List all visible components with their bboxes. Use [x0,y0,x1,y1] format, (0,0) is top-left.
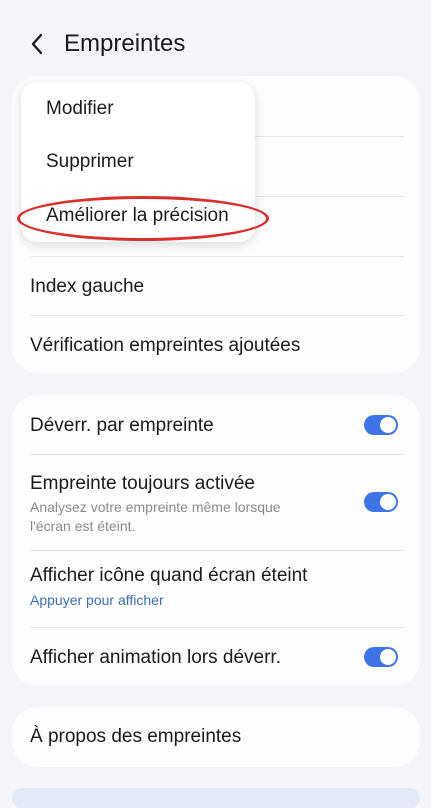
unlock-animation-toggle[interactable] [364,647,398,667]
toggle-knob [380,417,396,433]
fingerprint-unlock-toggle[interactable] [364,415,398,435]
toggle-knob [380,494,396,510]
setting-label: Empreinte toujours activée [30,473,255,494]
toggle-knob [380,649,396,665]
check-fingerprints-label: Vérification empreintes ajoutées [30,335,301,356]
menu-item-ameliorer-precision[interactable]: Améliorer la précision [46,205,229,227]
context-menu: Modifier Supprimer Améliorer la précisio… [21,82,255,242]
page-title: Empreintes [64,30,186,57]
check-fingerprints-item[interactable]: Vérification empreintes ajoutées [12,316,420,373]
setting-description: Analysez votre empreinte même lorsque [30,499,281,515]
back-arrow-icon[interactable] [24,30,52,58]
next-card-peek [12,788,420,808]
about-card[interactable]: À propos des empreintes [12,707,420,767]
setting-unlock-animation[interactable]: Afficher animation lors déverr. [12,628,420,686]
menu-item-modifier[interactable]: Modifier [46,98,114,120]
about-fingerprints-label: À propos des empreintes [30,726,242,747]
setting-description: l'écran est éteint. [30,518,136,534]
setting-fingerprint-unlock[interactable]: Déverr. par empreinte [12,395,420,454]
setting-link: Appuyer pour afficher [30,592,164,608]
setting-always-on[interactable]: Empreinte toujours activée Analysez votr… [12,455,420,550]
settings-card: Déverr. par empreinte Empreinte toujours… [12,395,420,686]
menu-item-supprimer[interactable]: Supprimer [46,151,134,173]
setting-label: Déverr. par empreinte [30,415,214,436]
setting-label: Afficher animation lors déverr. [30,647,281,668]
fingerprint-item-index-gauche[interactable]: Index gauche [12,257,420,315]
setting-label: Afficher icône quand écran éteint [30,565,308,586]
fingerprint-item-label: Index gauche [30,276,145,297]
always-on-toggle[interactable] [364,492,398,512]
app-header: Empreintes [0,0,431,80]
setting-show-icon[interactable]: Afficher icône quand écran éteint Appuye… [12,551,420,627]
